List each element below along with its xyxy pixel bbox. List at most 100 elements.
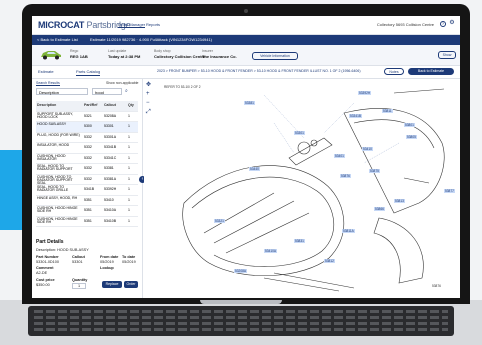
- account-name[interactable]: Collectory 5693 Collision Centre: [377, 22, 434, 27]
- table-row[interactable]: CUSHION, HOOD HINGE SIDE RH 5351 53410B 1: [36, 216, 138, 227]
- search-field-select[interactable]: Description: [36, 88, 88, 95]
- cell-callout: 53381: [104, 166, 114, 170]
- replace-button[interactable]: Replace: [102, 281, 122, 288]
- diagram-callout[interactable]: 53801: [404, 123, 415, 127]
- show-button[interactable]: Show: [438, 51, 456, 59]
- table-row[interactable]: HINGE ASSY, HOOD, RH 5351 53410 1: [36, 196, 138, 206]
- brand-logo[interactable]: MICROCAT Partsbridge: [38, 20, 131, 30]
- quantity-stepper[interactable]: 1: [72, 283, 86, 289]
- pan-icon[interactable]: ✥: [146, 81, 152, 90]
- cell-part-ref: 5332: [84, 166, 92, 170]
- diagram-callout[interactable]: 53811: [382, 109, 393, 113]
- cell-part-ref: 5332: [84, 155, 92, 160]
- from-date-value: 05/2019: [100, 260, 114, 264]
- search-icon[interactable]: ⌕: [125, 88, 128, 94]
- cell-qty: 1: [128, 155, 130, 160]
- cell-qty: 1: [128, 176, 130, 181]
- diagram-callout[interactable]: 53440: [249, 167, 260, 171]
- vehicle-info-button[interactable]: Vehicle Information: [252, 52, 298, 60]
- diagram-callout[interactable]: 53831: [294, 239, 305, 243]
- results-table: Description Part/Ref Callout Qty SUPPORT…: [36, 101, 138, 227]
- diagram-callout[interactable]: 53401: [334, 154, 345, 158]
- diagram-callout[interactable]: 53805: [406, 135, 417, 139]
- cell-callout: 53410A: [104, 208, 117, 212]
- diagram-breadcrumb[interactable]: 2023 > FRONT BUMPER > 53-10 HOOD & FRONT…: [157, 69, 360, 73]
- cell-qty: 1: [128, 218, 130, 223]
- body-shop-label: Body shop: [154, 49, 171, 53]
- cell-description: INSULATOR, HOOD: [37, 143, 70, 147]
- cell-part-ref: 5351: [84, 208, 92, 212]
- diagram-callout[interactable]: 53321: [214, 219, 225, 223]
- exploded-view-drawing: [182, 88, 445, 292]
- cell-callout: 53301: [104, 124, 114, 128]
- col-qty[interactable]: Qty: [128, 103, 134, 107]
- table-row[interactable]: SEAL, HOOD TO RADIATOR SUPPORT 5332 53381 1: [36, 164, 138, 175]
- cell-callout: 53301A: [104, 134, 117, 139]
- col-part-ref[interactable]: Part/Ref: [84, 103, 97, 107]
- diagram-callout[interactable]: 53410: [362, 147, 373, 151]
- diagram-callout[interactable]: 53208A: [234, 269, 247, 273]
- diagram-callout[interactable]: 53813: [394, 199, 405, 203]
- diagram-callout[interactable]: 53877: [444, 189, 455, 193]
- diagram-note: REFER TO 53-10/ 2 OF 2: [164, 85, 201, 89]
- last-update-label: Last update: [108, 49, 127, 53]
- parts-diagram[interactable]: ✥ + − ⤢ REFER TO 53-10/ 2 OF 2 53876 533…: [144, 79, 460, 298]
- show-non-applicable-toggle[interactable]: Show non-applicable: [106, 81, 139, 85]
- search-results-tab[interactable]: Search Results: [36, 81, 60, 86]
- diagram-callout[interactable]: 53876: [340, 174, 351, 178]
- search-input[interactable]: hood: [92, 88, 122, 95]
- car-icon: [41, 51, 61, 60]
- tab-estimate[interactable]: Estimate: [38, 69, 54, 74]
- estimate-title: Estimate 11/2019 982736 · 4-900 FullAtta…: [90, 37, 212, 42]
- cell-description: HOOD SUB-ASSY: [37, 122, 67, 126]
- zoom-out-icon[interactable]: −: [146, 99, 152, 108]
- table-row[interactable]: CUSHION, HOOD INSULATOR 5332 53341C 1: [36, 154, 138, 164]
- cell-qty: 1: [128, 166, 130, 170]
- figure-number: 53876: [432, 284, 441, 288]
- diagram-callout[interactable]: 53866: [374, 207, 385, 211]
- zoom-in-icon[interactable]: +: [146, 90, 152, 99]
- diagram-callout[interactable]: 53875: [369, 169, 380, 173]
- app-screen: MICROCAT Partsbridge Order Manager Repor…: [32, 16, 460, 298]
- fit-icon[interactable]: ⤢: [146, 108, 152, 117]
- insurer-label: Insurer: [202, 49, 213, 53]
- keyboard-row: [34, 316, 448, 319]
- diagram-callout[interactable]: 53392H: [358, 91, 372, 95]
- col-callout[interactable]: Callout: [104, 103, 116, 107]
- diagram-toolbar: ✥ + − ⤢: [146, 81, 152, 117]
- cell-part-ref: 5332: [84, 145, 92, 149]
- diagram-callout[interactable]: 53341B: [349, 114, 362, 118]
- table-row[interactable]: PLUG, HOOD (FOR WIRE) 5332 53301A 1: [36, 133, 138, 143]
- quantity-label: Quantity: [72, 278, 88, 282]
- table-row[interactable]: INSULATOR, HOOD 5332 53341B 1: [36, 143, 138, 154]
- table-row[interactable]: SUPPORT SUB-ASSY, HOOD LOCK 5321 53208A 1: [36, 112, 138, 122]
- table-row[interactable]: CUSHION, HOOD TO RADIATOR SUPPORT SEAL 53…: [36, 175, 138, 185]
- order-button[interactable]: Order: [124, 281, 138, 288]
- nav-reports[interactable]: Reports: [146, 22, 160, 27]
- diagram-callout[interactable]: 53410A: [264, 249, 277, 253]
- diagram-callout[interactable]: 53811A: [342, 229, 355, 233]
- diagram-callout[interactable]: 53812: [324, 259, 335, 263]
- back-to-estimates-link[interactable]: < Back to Estimate List: [37, 37, 78, 42]
- table-row[interactable]: CUSHION, HOOD HINGE SIDE RH 5351 53410A 1: [36, 206, 138, 217]
- col-description[interactable]: Description: [37, 103, 56, 107]
- cell-callout: 53341B: [104, 145, 117, 149]
- diagram-callout[interactable]: 53381: [244, 101, 255, 105]
- table-row[interactable]: HOOD SUB-ASSY 5300 53301 1: [36, 122, 138, 133]
- cell-qty: 1: [128, 197, 130, 202]
- notes-button[interactable]: Notes: [384, 68, 404, 75]
- back-to-estimate-button[interactable]: Back to Estimate: [408, 68, 454, 75]
- cell-callout: 53381A: [104, 176, 117, 181]
- table-row[interactable]: SEAL, HOOD TO RADIATOR GRILLE 5341B 53392H…: [36, 185, 138, 196]
- nav-order-manager[interactable]: Order Manager: [118, 22, 146, 28]
- rego-value: REG 1AB: [70, 54, 88, 59]
- to-date-value: 05/2019: [122, 260, 136, 264]
- cell-description: CUSHION, HOOD HINGE SIDE RH: [37, 216, 78, 224]
- cell-qty: 1: [128, 145, 130, 149]
- diagram-callout[interactable]: 53301: [294, 131, 305, 135]
- help-icon[interactable]: ?: [440, 21, 446, 27]
- tab-parts-catalog[interactable]: Parts Catalog: [76, 69, 101, 76]
- comment-label: Comment: [36, 266, 54, 270]
- gear-icon[interactable]: ⚙: [449, 20, 455, 27]
- cell-qty: 1: [128, 208, 130, 212]
